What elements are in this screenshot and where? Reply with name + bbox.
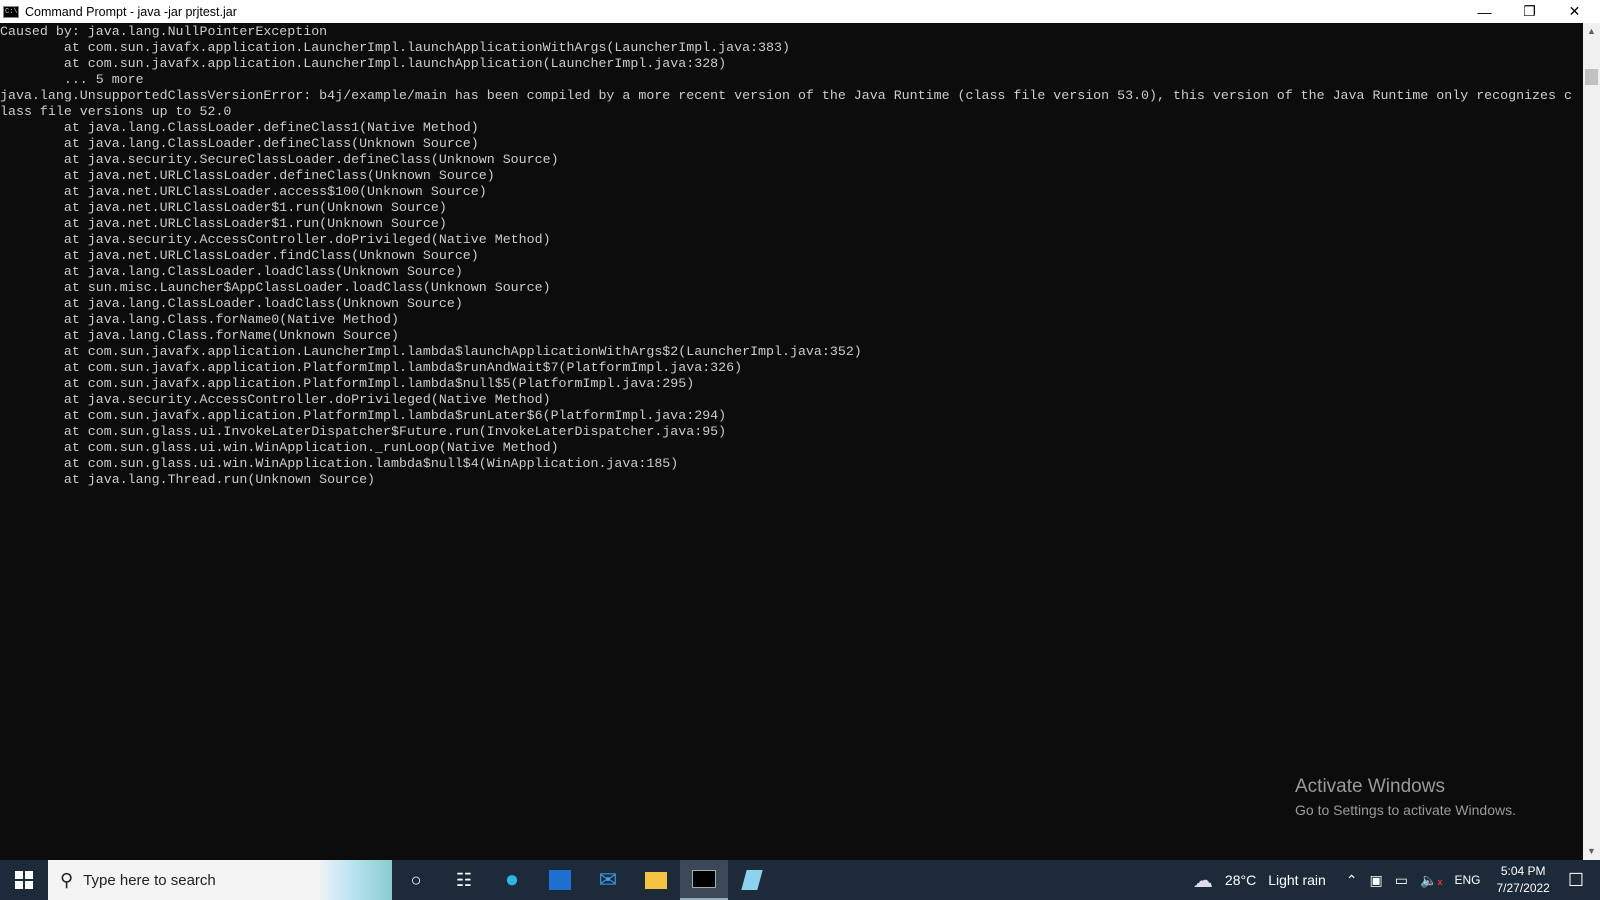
system-tray: ☁ 28°C Light rain ⌃ ▣ ▭ 🔈x ENG 5:04 PM 7… xyxy=(1187,860,1600,900)
taskbar-search-box[interactable]: ⚲ Type here to search xyxy=(48,860,392,900)
console-line: at java.lang.ClassLoader.defineClass1(Na… xyxy=(0,120,479,135)
console-line: at java.net.URLClassLoader.defineClass(U… xyxy=(0,168,495,183)
console-line: at com.sun.glass.ui.win.WinApplication._… xyxy=(0,440,559,455)
console-line: at java.lang.ClassLoader.loadClass(Unkno… xyxy=(0,296,463,311)
console-line: at com.sun.javafx.application.PlatformIm… xyxy=(0,408,727,423)
command-prompt-taskbar-icon[interactable] xyxy=(680,860,728,900)
title-bar: C:\ Command Prompt - java -jar prjtest.j… xyxy=(0,0,1600,23)
window-title: Command Prompt - java -jar prjtest.jar xyxy=(25,4,237,19)
console-line: java.lang.UnsupportedClassVersionError: … xyxy=(0,88,1572,103)
taskbar: ⚲ Type here to search ○ ☷ ● ✉ ☁ 28°C Lig… xyxy=(0,860,1600,900)
console-line: Caused by: java.lang.NullPointerExceptio… xyxy=(0,24,328,39)
clock-date: 7/27/2022 xyxy=(1496,881,1550,895)
edge-icon[interactable]: ● xyxy=(488,860,536,900)
console-line: at java.lang.Class.forName0(Native Metho… xyxy=(0,312,399,327)
console-line: at sun.misc.Launcher$AppClassLoader.load… xyxy=(0,280,551,295)
console-line: at java.lang.Class.forName(Unknown Sourc… xyxy=(0,328,399,343)
console-line: at com.sun.javafx.application.LauncherIm… xyxy=(0,40,790,55)
vertical-scrollbar[interactable]: ▲ ▼ xyxy=(1583,23,1600,860)
console-line: at java.lang.ClassLoader.loadClass(Unkno… xyxy=(0,264,463,279)
console-line: ... 5 more xyxy=(0,72,144,87)
search-placeholder: Type here to search xyxy=(83,871,216,889)
console-line: at java.lang.Thread.run(Unknown Source) xyxy=(0,472,376,487)
meet-now-icon[interactable]: ▣ xyxy=(1370,872,1383,889)
minimize-button[interactable]: — xyxy=(1462,0,1507,23)
close-button[interactable]: ✕ xyxy=(1552,0,1597,23)
console-line: at com.sun.glass.ui.InvokeLaterDispatche… xyxy=(0,424,727,439)
console-line: at com.sun.javafx.application.LauncherIm… xyxy=(0,56,727,71)
restore-button[interactable]: ❐ xyxy=(1507,0,1552,23)
notifications-icon[interactable]: ☐ xyxy=(1568,870,1584,891)
task-view-icon[interactable]: ☷ xyxy=(440,860,488,900)
search-highlight-image xyxy=(318,860,392,900)
weather-condition[interactable]: Light rain xyxy=(1268,872,1326,888)
start-button[interactable] xyxy=(0,860,48,900)
console-line: at com.sun.javafx.application.PlatformIm… xyxy=(0,376,695,391)
network-icon[interactable]: ▭ xyxy=(1395,872,1408,889)
scroll-up-arrow-icon[interactable]: ▲ xyxy=(1583,23,1600,40)
console-line: at com.sun.javafx.application.PlatformIm… xyxy=(0,360,743,375)
mail-icon[interactable]: ✉ xyxy=(584,860,632,900)
console-line: at java.security.AccessController.doPriv… xyxy=(0,232,551,247)
clock[interactable]: 5:04 PM 7/27/2022 xyxy=(1496,863,1549,897)
console-line: at java.security.AccessController.doPriv… xyxy=(0,392,551,407)
console-line: at java.net.URLClassLoader$1.run(Unknown… xyxy=(0,200,447,215)
console-line: at java.net.URLClassLoader.access$100(Un… xyxy=(0,184,487,199)
store-icon[interactable] xyxy=(536,860,584,900)
console-line: at com.sun.javafx.application.LauncherIm… xyxy=(0,344,862,359)
volume-muted-icon[interactable]: 🔈x xyxy=(1420,872,1442,889)
console-line: at com.sun.glass.ui.win.WinApplication.l… xyxy=(0,456,679,471)
search-icon: ⚲ xyxy=(60,869,74,890)
clock-time: 5:04 PM xyxy=(1500,864,1546,878)
language-indicator[interactable]: ENG xyxy=(1454,873,1480,887)
cortana-icon[interactable]: ○ xyxy=(392,860,440,900)
scrollbar-thumb[interactable] xyxy=(1585,69,1598,85)
cmd-icon: C:\ xyxy=(3,5,19,18)
console-line: at java.net.URLClassLoader$1.run(Unknown… xyxy=(0,216,447,231)
show-hidden-icons-chevron-icon[interactable]: ⌃ xyxy=(1346,872,1358,889)
file-explorer-icon[interactable] xyxy=(632,860,680,900)
weather-temperature[interactable]: 28°C xyxy=(1225,872,1256,888)
scroll-down-arrow-icon[interactable]: ▼ xyxy=(1583,843,1600,860)
activate-windows-watermark: Activate Windows Go to Settings to activ… xyxy=(1295,776,1516,818)
watermark-subtitle: Go to Settings to activate Windows. xyxy=(1295,802,1516,818)
console-line: lass file versions up to 52.0 xyxy=(0,104,232,119)
windows-logo-icon xyxy=(15,871,33,889)
console-line: at java.lang.ClassLoader.defineClass(Unk… xyxy=(0,136,479,151)
console-line: at java.net.URLClassLoader.findClass(Unk… xyxy=(0,248,479,263)
watermark-title: Activate Windows xyxy=(1295,776,1445,797)
console-output[interactable]: Caused by: java.lang.NullPointerExceptio… xyxy=(0,23,1583,860)
console-line: at java.security.SecureClassLoader.defin… xyxy=(0,152,559,167)
weather-cloud-icon[interactable]: ☁ xyxy=(1193,868,1213,893)
notepad-icon[interactable] xyxy=(728,860,776,900)
